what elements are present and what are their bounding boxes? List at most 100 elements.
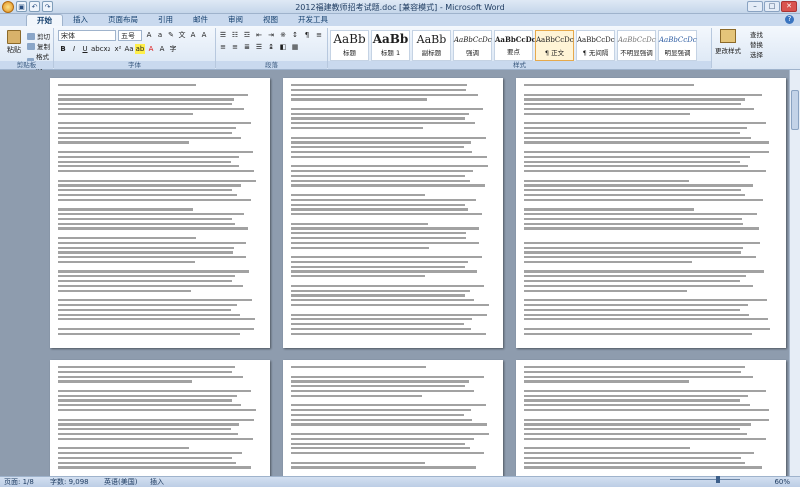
style-heading-1[interactable]: AaBb 标题 1 (371, 30, 410, 61)
font-color-icon[interactable]: A (146, 44, 156, 54)
grow-font-icon[interactable]: A (144, 30, 154, 40)
text-line (58, 385, 200, 387)
text-line (524, 303, 749, 307)
page-6 (516, 360, 786, 476)
close-button[interactable]: ✕ (781, 1, 797, 12)
bold-button[interactable]: B (58, 44, 68, 54)
editing-group: 查找 替换 选择 (750, 30, 763, 60)
distribute-icon[interactable]: ☰ (254, 42, 264, 52)
enclose-char-icon[interactable]: 字 (168, 44, 178, 54)
find-button[interactable]: 查找 (750, 30, 763, 40)
page-2 (283, 78, 503, 348)
text-line (291, 385, 465, 388)
text-line (524, 175, 701, 177)
font-size-select[interactable]: 五号 (118, 30, 142, 41)
font-name-select[interactable]: 宋体 (58, 30, 116, 41)
highlight-icon[interactable]: ab (135, 44, 145, 54)
tab-developer[interactable]: 开发工具 (288, 14, 338, 26)
superscript-button[interactable]: x² (113, 44, 123, 54)
word-count[interactable]: 字数: 9,098 (50, 477, 89, 487)
style-emphasis[interactable]: AaBbCcDc 强调 (453, 30, 492, 61)
text-line (524, 289, 688, 292)
underline-button[interactable]: U (80, 44, 90, 54)
text-line (524, 313, 750, 316)
text-line (291, 375, 484, 378)
style-title[interactable]: AaBb 标题 (330, 30, 369, 61)
char-shade-icon[interactable]: A (199, 30, 209, 40)
char-border-icon[interactable]: A (188, 30, 198, 40)
insert-mode[interactable]: 插入 (150, 477, 164, 487)
text-line (524, 179, 689, 182)
phonetic-icon[interactable]: 文 (177, 30, 187, 40)
show-marks-icon[interactable]: ¶ (302, 30, 312, 40)
align-center-icon[interactable]: ≡ (218, 42, 228, 52)
text-line (58, 323, 201, 325)
style-subtle-emphasis[interactable]: AaBbCcDc 不明显强调 (617, 30, 656, 61)
text-line (58, 222, 235, 225)
clear-format-icon[interactable]: ✎ (166, 30, 176, 40)
sort-icon[interactable]: ↕ (290, 30, 300, 40)
select-button[interactable]: 选择 (750, 50, 763, 60)
char-scale-icon[interactable]: A (157, 44, 167, 54)
tab-insert[interactable]: 插入 (63, 14, 98, 26)
subscript-button[interactable]: x₂ (102, 44, 112, 54)
style-intense-emphasis[interactable]: AaBbCcDc 明显强调 (658, 30, 697, 61)
text-line (524, 150, 769, 154)
help-icon[interactable]: ? (785, 15, 794, 24)
style-strong[interactable]: AaBbCcDc 要点 (494, 30, 536, 61)
copy-button[interactable]: 复制 (27, 41, 50, 51)
text-line (58, 456, 232, 460)
chinese-layout-icon[interactable]: ※ (278, 30, 288, 40)
multilevel-list-icon[interactable]: ☲ (242, 30, 252, 40)
strikethrough-button[interactable]: abc (91, 44, 104, 54)
style-subtitle[interactable]: AaBb 副标题 (412, 30, 451, 61)
text-line (524, 280, 741, 283)
justify-icon[interactable]: ≣ (242, 42, 252, 52)
zoom-level[interactable]: 60% (774, 477, 790, 487)
tab-page-layout[interactable]: 页面布局 (98, 14, 148, 26)
text-line (58, 150, 254, 154)
text-line (291, 174, 465, 178)
shrink-font-icon[interactable]: a (155, 30, 165, 40)
zoom-slider-thumb[interactable] (716, 476, 720, 483)
numbering-icon[interactable]: ☷ (230, 30, 240, 40)
change-styles-button[interactable]: 更改样式 (714, 29, 742, 59)
tab-mailings[interactable]: 邮件 (183, 14, 218, 26)
tab-home[interactable]: 开始 (26, 14, 63, 26)
borders-icon[interactable]: ▦ (290, 42, 300, 52)
text-line (58, 260, 195, 264)
text-line (291, 418, 472, 421)
cut-button[interactable]: 剪切 (27, 31, 50, 41)
increase-indent-icon[interactable]: ⇥ (266, 30, 276, 40)
paste-button[interactable]: 粘贴 (3, 30, 25, 56)
page-count[interactable]: 页面: 1/8 (4, 477, 34, 487)
replace-button[interactable]: 替换 (750, 40, 763, 50)
tab-review[interactable]: 审阅 (218, 14, 253, 26)
scroll-thumb[interactable] (791, 90, 799, 130)
text-line (291, 141, 471, 144)
style-no-spacing[interactable]: AaBbCcDc ¶ 无间隔 (576, 30, 615, 61)
maximize-button[interactable]: □ (764, 1, 780, 12)
text-line (291, 275, 426, 278)
text-line (291, 466, 477, 469)
shading-icon[interactable]: ◧ (278, 42, 288, 52)
tab-view[interactable]: 视图 (253, 14, 288, 26)
text-line (524, 456, 741, 460)
text-line (58, 394, 237, 397)
align-right-icon[interactable]: ≡ (230, 42, 240, 52)
italic-button[interactable]: I (69, 44, 79, 54)
align-left-icon[interactable]: ≡ (314, 30, 324, 40)
text-line (58, 280, 233, 283)
minimize-button[interactable]: – (747, 1, 763, 12)
language-indicator[interactable]: 英语(美国) (104, 477, 137, 487)
line-spacing-icon[interactable]: ↨ (266, 42, 276, 52)
decrease-indent-icon[interactable]: ⇤ (254, 30, 264, 40)
change-case-icon[interactable]: Aa (124, 44, 134, 54)
vertical-scrollbar[interactable] (789, 70, 800, 476)
tab-references[interactable]: 引用 (148, 14, 183, 26)
document-workspace[interactable] (0, 70, 800, 476)
text-line (291, 289, 470, 292)
zoom-slider[interactable] (670, 476, 740, 485)
bullets-icon[interactable]: ☰ (218, 30, 228, 40)
style-normal[interactable]: AaBbCcDc ¶ 正文 (535, 30, 574, 61)
